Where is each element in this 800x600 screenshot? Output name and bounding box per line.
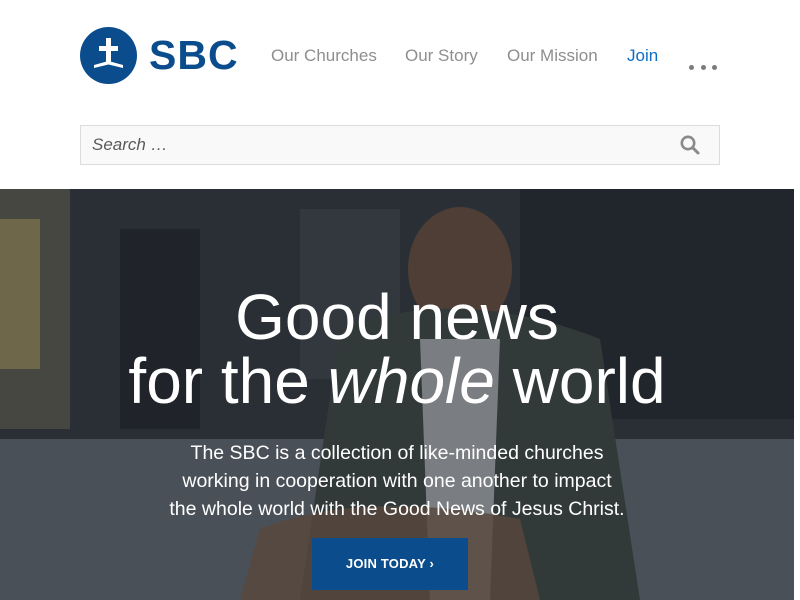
ellipsis-dot [700, 64, 706, 70]
ellipsis-dot [712, 64, 717, 70]
main-navigation: Our Churches Our Story Our Mission Join [0, 44, 800, 70]
nav-our-mission[interactable]: Our Mission [507, 44, 598, 68]
hero-description-line1: The SBC is a collection of like-minded c… [190, 442, 604, 464]
ellipsis-icon[interactable] [686, 60, 720, 74]
nav-join[interactable]: Join [627, 44, 658, 68]
search-form [80, 125, 720, 165]
search-button[interactable] [679, 134, 701, 156]
hero-title-after: world [494, 345, 666, 417]
hero-banner: Good news for the whole world The SBC is… [0, 189, 794, 600]
hero-title-emphasis: whole [327, 345, 495, 417]
hero-title-before: for the [128, 345, 328, 417]
hero-title-line2: for the whole world [0, 349, 794, 413]
search-icon [680, 135, 700, 155]
ellipsis-dot [689, 64, 694, 70]
hero-description-line2: working in cooperation with one another … [182, 470, 612, 492]
search-input[interactable] [81, 126, 661, 164]
nav-our-churches[interactable]: Our Churches [271, 44, 377, 68]
hero-title-line1: Good news [235, 281, 559, 353]
site-header: SBC Our Churches Our Story Our Mission J… [0, 0, 800, 189]
nav-our-story[interactable]: Our Story [405, 44, 478, 68]
hero-description-line3: the whole world with the Good News of Je… [169, 498, 625, 520]
join-today-button[interactable]: JOIN TODAY › [312, 538, 468, 590]
